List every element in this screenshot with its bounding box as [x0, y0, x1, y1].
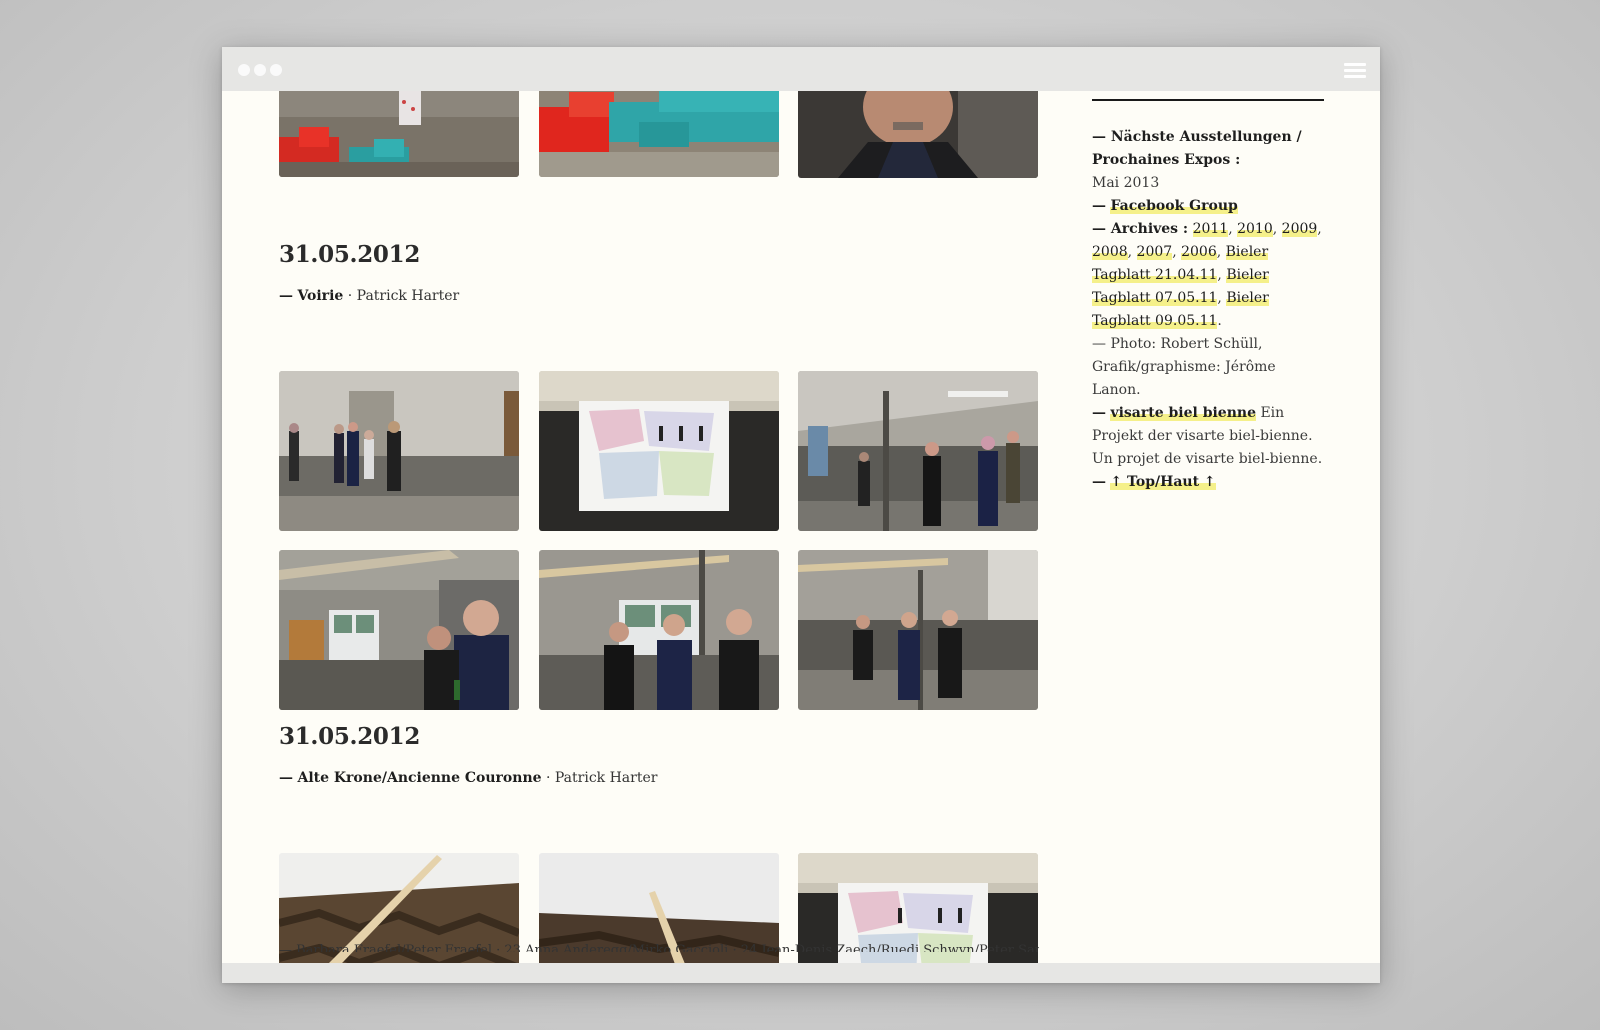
- top-dash: —: [1092, 474, 1106, 490]
- browser-window: 31.05.2012 — Voirie · Patrick Harter 31.…: [222, 47, 1380, 983]
- window-controls: [238, 64, 282, 76]
- gallery-image[interactable]: [279, 91, 519, 177]
- archives-label: — Archives :: [1092, 221, 1189, 237]
- sidebar-info: — Nächste Ausstellungen / Prochaines Exp…: [1092, 129, 1323, 490]
- gallery-image[interactable]: [798, 371, 1038, 531]
- visarte-link[interactable]: visarte biel bienne: [1110, 405, 1256, 421]
- archive-link-2008[interactable]: 2008: [1092, 244, 1128, 260]
- facebook-dash: —: [1092, 198, 1106, 214]
- window-dot-minimize[interactable]: [254, 64, 266, 76]
- gallery-image[interactable]: [539, 550, 779, 710]
- archive-link-2007[interactable]: 2007: [1136, 244, 1173, 260]
- entry-title-line: — Voirie · Patrick Harter: [279, 288, 459, 304]
- entry-artist: Patrick Harter: [554, 770, 658, 786]
- gallery-image[interactable]: [279, 371, 519, 531]
- gallery-image[interactable]: [798, 550, 1038, 710]
- title-bar: [222, 47, 1380, 91]
- gallery-image[interactable]: [539, 371, 779, 531]
- next-exhibitions-value: Mai 2013: [1092, 175, 1160, 191]
- next-exhibitions-label: — Nächste Ausstellungen / Prochaines Exp…: [1092, 129, 1302, 168]
- entry-dash: —: [279, 288, 293, 304]
- facebook-group-link[interactable]: Facebook Group: [1110, 198, 1238, 214]
- entry-artist: Patrick Harter: [356, 288, 460, 304]
- entry-title: Alte Krone/Ancienne Couronne: [297, 770, 542, 786]
- top-link[interactable]: ↑ Top/Haut ↑: [1110, 474, 1216, 490]
- entry-separator: ·: [347, 288, 353, 304]
- archive-link-2009[interactable]: 2009: [1281, 221, 1318, 237]
- entry-date: 31.05.2012: [279, 241, 421, 268]
- bottom-bar: [222, 963, 1380, 983]
- page-content: 31.05.2012 — Voirie · Patrick Harter 31.…: [222, 91, 1380, 963]
- entry-separator: ·: [545, 770, 551, 786]
- archive-link-2010[interactable]: 2010: [1237, 221, 1273, 237]
- photo-credit: — Photo: Robert Schüll, Grafik/graphisme…: [1092, 336, 1276, 398]
- cutoff-text: — Barbara Fraefel/Peter Fraefel · 23 Ann…: [279, 943, 1039, 952]
- gallery-image[interactable]: [539, 91, 779, 177]
- entry-dash: —: [279, 770, 293, 786]
- archive-link-2011[interactable]: 2011: [1192, 221, 1229, 237]
- gallery-image[interactable]: [798, 91, 1038, 178]
- sidebar-divider: [1092, 99, 1324, 101]
- entry-title-line: — Alte Krone/Ancienne Couronne · Patrick…: [279, 770, 657, 786]
- gallery-image[interactable]: [279, 550, 519, 710]
- entry-date: 31.05.2012: [279, 723, 421, 750]
- hamburger-icon[interactable]: [1344, 63, 1366, 79]
- window-dot-maximize[interactable]: [270, 64, 282, 76]
- window-dot-close[interactable]: [238, 64, 250, 76]
- entry-title: Voirie: [297, 288, 344, 304]
- archive-link-2006[interactable]: 2006: [1181, 244, 1217, 260]
- visarte-dash: —: [1092, 405, 1106, 421]
